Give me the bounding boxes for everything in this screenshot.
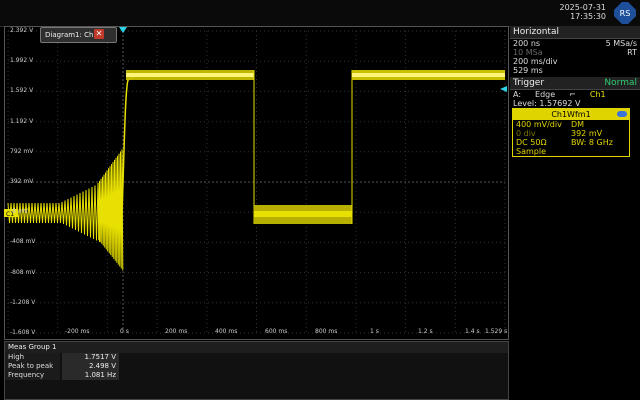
x-tick-label: 600 ms [265, 328, 288, 335]
trigger-prefix: A: [513, 90, 522, 99]
channel-name: Ch1Wfm1 [551, 110, 591, 119]
y-tick-label: -1.208 V [10, 298, 36, 306]
y-tick-label: -1.608 V [10, 329, 36, 336]
trace-high-core-2 [352, 73, 505, 77]
toggle-icon[interactable] [617, 111, 627, 117]
x-tick-label: 1.4 s [465, 328, 480, 335]
channel-header: Ch1Wfm1 [513, 109, 629, 120]
meas-row: Frequency 1.081 Hz [5, 371, 508, 380]
trace-high-core-1 [126, 73, 254, 77]
horizontal-row: 200 ns 5 MSa/s [513, 39, 637, 48]
y-tick-label: -408 mV [10, 238, 36, 246]
right-panel: Horizontal 200 ns 5 MSa/s 10 MSa RT 200 ms… [510, 26, 640, 400]
meas-row: Peak to peak 2.498 V [5, 362, 508, 371]
trace-low-core [254, 211, 352, 217]
rising-edge-icon: ⌐ [569, 90, 576, 99]
trigger-level: Level: 1.57692 V [513, 99, 581, 108]
trigger-type: Edge [535, 90, 556, 99]
close-icon[interactable]: ✕ [94, 29, 104, 39]
channel-row: 0 div 392 mV [516, 129, 603, 138]
x-tick-label: 200 ms [165, 328, 188, 335]
x-tick-label: -200 ms [65, 328, 90, 335]
y-tick-label: 392 mV [10, 178, 34, 185]
y-tick-label: 1.192 V [10, 117, 34, 125]
horizontal-panel[interactable]: Horizontal 200 ns 5 MSa/s 10 MSa RT 200 ms… [510, 26, 640, 75]
diagram-tab-label: Diagram1: Ch1 [45, 31, 98, 39]
trigger-mode: Normal [604, 78, 637, 88]
trigger-channel: Ch1 [589, 90, 606, 99]
trigger-header: Trigger Normal [510, 77, 640, 90]
meas-title: Meas Group 1 [5, 342, 508, 353]
channel-row: Sample [516, 147, 546, 156]
y-tick-label: -808 mV [10, 268, 36, 276]
x-tick-label: 1 s [370, 328, 379, 335]
measurement-panel[interactable]: Meas Group 1 High 1.7517 V Peak to peak 2.… [4, 341, 509, 400]
trace-growth [97, 149, 124, 271]
x-tick-label: 400 ms [215, 328, 238, 335]
y-tick-label: 1.592 V [10, 87, 34, 95]
channel-row: 400 mV/div DM [516, 120, 585, 129]
trigger-position-marker [119, 27, 127, 33]
trace-rise [121, 75, 137, 214]
horizontal-row: 10 MSa RT [513, 48, 637, 57]
x-tick-label: 0 s [120, 328, 129, 335]
horizontal-row: 200 ms/div [513, 57, 558, 66]
y-tick-label: 792 mV [10, 147, 34, 155]
x-tick-label: 800 ms [315, 328, 338, 335]
meas-row: High 1.7517 V [5, 353, 508, 362]
ch1-trace [7, 70, 505, 271]
trigger-panel[interactable]: Trigger Normal A: Edge ⌐ Ch1 Level: 1.57… [510, 77, 640, 108]
y-tick-label: 1.992 V [10, 57, 34, 65]
horizontal-title: Horizontal [510, 26, 640, 39]
trigger-level-marker [500, 86, 507, 92]
channel-panel[interactable]: Ch1Wfm1 400 mV/div DM 0 div 392 mV DC 50Ω B… [512, 108, 630, 157]
channel-row: DC 50Ω BW: 8 GHz [516, 138, 613, 147]
y-tick-label: 2.392 V [10, 27, 34, 34]
diagram-tab[interactable]: Diagram1: Ch1 [40, 27, 117, 43]
x-tick-label: 1.529 s [485, 328, 508, 335]
horizontal-row: 529 ms [513, 66, 543, 75]
trigger-source-row: A: Edge ⌐ Ch1 [510, 90, 640, 99]
x-tick-label: 1.2 s [418, 328, 433, 335]
y-tick-label: -8 mV [10, 208, 28, 216]
trigger-title: Trigger [513, 78, 545, 88]
